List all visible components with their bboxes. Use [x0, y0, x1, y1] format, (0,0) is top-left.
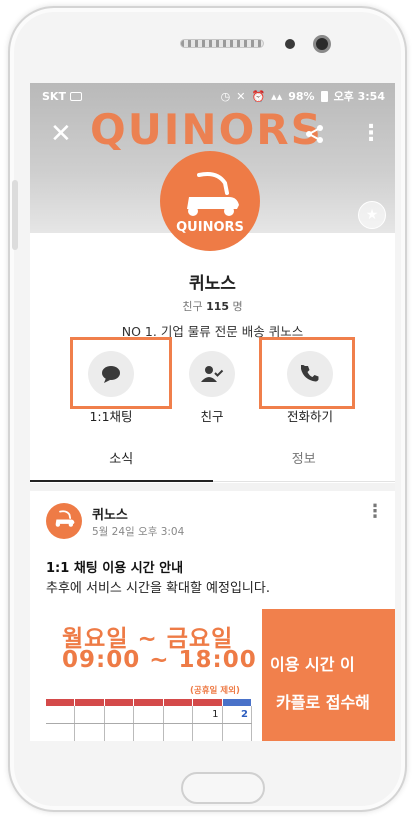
status-bar: SKT ◷ ✕ ⏰ ▴▴ 98% 오후 3:54 — [30, 83, 395, 109]
battery-percent: 98% — [288, 89, 315, 103]
sync-icon: ◷ — [220, 89, 231, 103]
call-highlight-box — [259, 337, 355, 409]
friends-unit: 명 — [232, 300, 243, 313]
calendar-header — [46, 699, 252, 706]
logo-text: QUINORS — [176, 220, 244, 235]
signal-icon: ▴▴ — [271, 89, 283, 103]
person-check-icon — [189, 351, 235, 397]
share-icon[interactable] — [304, 123, 326, 145]
status-icons: ◷ ✕ ⏰ ▴▴ 98% 오후 3:54 — [221, 88, 385, 104]
tab-news[interactable]: 소식 — [30, 438, 213, 482]
tab-bar: 소식 정보 — [30, 438, 395, 482]
profile-avatar[interactable]: QUINORS — [160, 151, 260, 251]
post-card[interactable]: 퀴노스 5월 24일 오후 3:04 ⋮ 1:1 채팅 이용 시간 안내 추후에… — [30, 491, 395, 741]
sim-icon — [69, 91, 82, 101]
friends-count: 115 — [206, 300, 230, 313]
calendar-day: 1 — [193, 706, 223, 723]
earpiece-speaker — [180, 39, 264, 48]
favorite-star-icon[interactable]: ★ — [358, 201, 386, 229]
scooter-logo-icon: QUINORS — [176, 172, 244, 235]
post-body: 추후에 서비스 시간을 확대할 예정입니다. — [46, 581, 270, 596]
banner-right-panel: 이용 시간 이 카플로 접수해 — [262, 609, 395, 741]
cover-brand-text: QUINORS — [90, 105, 323, 154]
banner-left-panel: 월요일 ~ 금요일 09:00 ~ 18:00 (공휴일 제외) 1 2 — [30, 609, 262, 741]
banner-note: (공휴일 제외) — [190, 686, 240, 696]
banner-calendar: 1 2 — [46, 699, 252, 741]
mute-icon: ✕ — [236, 89, 246, 103]
post-title: 1:1 채팅 이용 시간 안내 — [46, 561, 184, 576]
alarm-icon: ⏰ — [251, 89, 266, 103]
volume-button — [12, 180, 18, 250]
post-date: 5월 24일 오후 3:04 — [92, 526, 185, 538]
carrier: SKT — [42, 90, 82, 103]
calendar-day: 2 — [223, 706, 252, 723]
carrier-name: SKT — [42, 89, 66, 103]
friend-button[interactable]: 친구 — [172, 351, 252, 425]
calendar-week — [46, 724, 252, 741]
post-author: 퀴노스 — [92, 508, 128, 523]
close-icon[interactable]: ✕ — [50, 121, 72, 147]
post-avatar[interactable] — [46, 503, 82, 539]
home-button[interactable] — [181, 772, 265, 804]
scooter-logo-icon — [55, 510, 75, 527]
battery-icon — [320, 90, 328, 102]
post-more-icon[interactable]: ⋮ — [366, 503, 384, 521]
friends-label: 친구 — [182, 300, 203, 313]
more-options-icon[interactable]: ⋮ — [360, 123, 382, 145]
calendar-week: 1 2 — [46, 706, 252, 724]
friend-button-label: 친구 — [200, 409, 224, 424]
app-screen: QUINORS SKT ◷ ✕ ⏰ ▴▴ 98% 오후 3:54 ✕ ⋮ QUI… — [30, 83, 395, 741]
front-camera — [313, 35, 331, 53]
chat-highlight-box — [70, 337, 172, 409]
banner-right-line2: 카플로 접수해 — [276, 693, 370, 712]
status-time: 오후 3:54 — [333, 90, 385, 103]
proximity-sensor — [285, 39, 295, 49]
profile-name: 퀴노스 — [189, 274, 236, 294]
friends-count-line: 친구 115 명 — [30, 298, 395, 314]
tab-info[interactable]: 정보 — [213, 438, 396, 481]
banner-time: 09:00 ~ 18:00 — [62, 647, 257, 673]
post-image[interactable]: 월요일 ~ 금요일 09:00 ~ 18:00 (공휴일 제외) 1 2 이용 … — [30, 609, 395, 741]
banner-right-line1: 이용 시간 이 — [270, 655, 355, 674]
